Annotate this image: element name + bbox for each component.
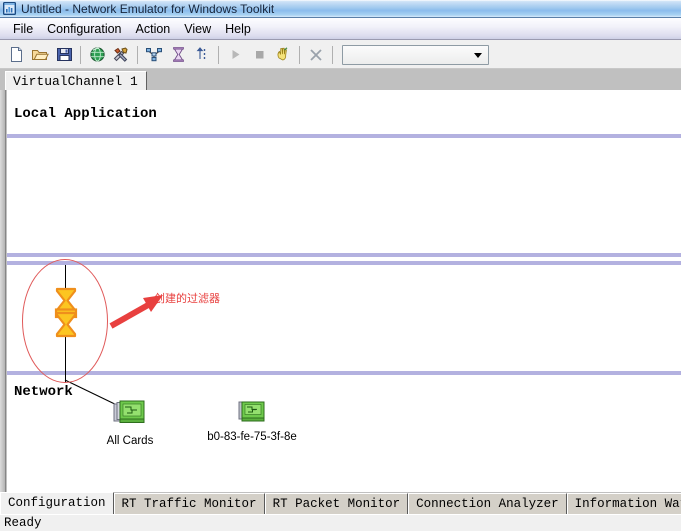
tools-button[interactable] bbox=[109, 43, 133, 66]
pause-button[interactable] bbox=[271, 43, 295, 66]
tab-information-watch[interactable]: Information Watch bbox=[566, 493, 681, 514]
tab-rt-traffic-monitor[interactable]: RT Traffic Monitor bbox=[113, 493, 265, 514]
zone-label-local-application: Local Application bbox=[14, 106, 157, 122]
network-card-icon bbox=[238, 401, 265, 422]
window-title: Untitled - Network Emulator for Windows … bbox=[21, 1, 275, 16]
profile-combobox[interactable] bbox=[342, 44, 489, 65]
status-text: Ready bbox=[4, 516, 42, 530]
toolbar-separator bbox=[137, 45, 138, 64]
tab-rt-packet-monitor[interactable]: RT Packet Monitor bbox=[264, 493, 409, 514]
menu-item-view[interactable]: View bbox=[177, 20, 218, 38]
title-bar: Untitled - Network Emulator for Windows … bbox=[0, 0, 681, 18]
play-start-icon bbox=[232, 50, 239, 59]
chevron-down-icon bbox=[474, 52, 482, 58]
bottom-tab-strip: Configuration RT Traffic Monitor RT Pack… bbox=[0, 492, 681, 514]
reorder-button[interactable] bbox=[190, 43, 214, 66]
save-disk-icon bbox=[56, 48, 72, 61]
highlight-ellipse bbox=[22, 259, 108, 383]
tab-connection-analyzer[interactable]: Connection Analyzer bbox=[408, 493, 567, 514]
toolbar-separator bbox=[80, 45, 81, 64]
canvas-gutter bbox=[0, 90, 6, 492]
tab-configuration[interactable]: Configuration bbox=[0, 492, 114, 514]
node-label-all-cards: All Cards bbox=[106, 435, 154, 447]
new-document-icon bbox=[10, 47, 22, 62]
topology-button[interactable] bbox=[142, 43, 166, 66]
menu-item-action[interactable]: Action bbox=[129, 20, 178, 38]
zone-label-network: Network bbox=[14, 384, 73, 400]
diagram-canvas[interactable]: Local Application 创建的过滤器 Network All Car… bbox=[7, 90, 681, 492]
pause-hand-icon bbox=[277, 47, 287, 61]
updown-arrows-icon bbox=[196, 47, 206, 59]
menu-item-file[interactable]: File bbox=[6, 20, 40, 38]
zone-divider-band bbox=[7, 371, 681, 375]
menu-item-help[interactable]: Help bbox=[218, 20, 258, 38]
menu-bar: File Configuration Action View Help bbox=[0, 18, 681, 40]
annotation-text: 创建的过滤器 bbox=[154, 293, 220, 305]
save-button[interactable] bbox=[52, 43, 76, 66]
toolbar bbox=[0, 41, 681, 69]
stop-button[interactable] bbox=[247, 43, 271, 66]
topology-tree-icon bbox=[146, 48, 162, 62]
toolbar-separator bbox=[218, 45, 219, 64]
network-cards-stack-icon bbox=[113, 400, 145, 423]
network-globe-button[interactable] bbox=[85, 43, 109, 66]
app-chart-window-icon bbox=[3, 2, 16, 15]
open-folder-icon bbox=[32, 50, 49, 60]
scissors-cut-icon bbox=[310, 48, 322, 61]
zone-divider-band bbox=[7, 261, 681, 265]
zone-divider-band bbox=[7, 253, 681, 257]
stop-square-icon bbox=[255, 51, 263, 59]
zone-divider-band bbox=[7, 134, 681, 138]
node-nic-b0-83-fe-75-3f-8e[interactable]: b0-83-fe-75-3f-8e bbox=[202, 400, 302, 443]
node-all-cards[interactable]: All Cards bbox=[95, 400, 165, 447]
status-bar: Ready bbox=[0, 514, 681, 531]
node-label-nic-mac: b0-83-fe-75-3f-8e bbox=[207, 431, 297, 443]
tools-hammer-wrench-icon bbox=[113, 47, 128, 62]
cut-button[interactable] bbox=[304, 43, 328, 66]
filter-button[interactable] bbox=[166, 43, 190, 66]
menu-item-configuration[interactable]: Configuration bbox=[40, 20, 128, 38]
start-button[interactable] bbox=[223, 43, 247, 66]
toolbar-separator bbox=[299, 45, 300, 64]
diagram-area: Local Application 创建的过滤器 Network All Car… bbox=[0, 90, 681, 492]
open-folder-button[interactable] bbox=[28, 43, 52, 66]
toolbar-separator bbox=[332, 45, 333, 64]
globe-icon bbox=[89, 47, 105, 62]
channel-tab-strip: VirtualChannel 1 bbox=[0, 69, 681, 90]
tab-virtualchannel-1[interactable]: VirtualChannel 1 bbox=[5, 71, 147, 90]
application-window: Untitled - Network Emulator for Windows … bbox=[0, 0, 681, 531]
hourglass-filter-icon bbox=[172, 47, 184, 62]
new-document-button[interactable] bbox=[4, 43, 28, 66]
